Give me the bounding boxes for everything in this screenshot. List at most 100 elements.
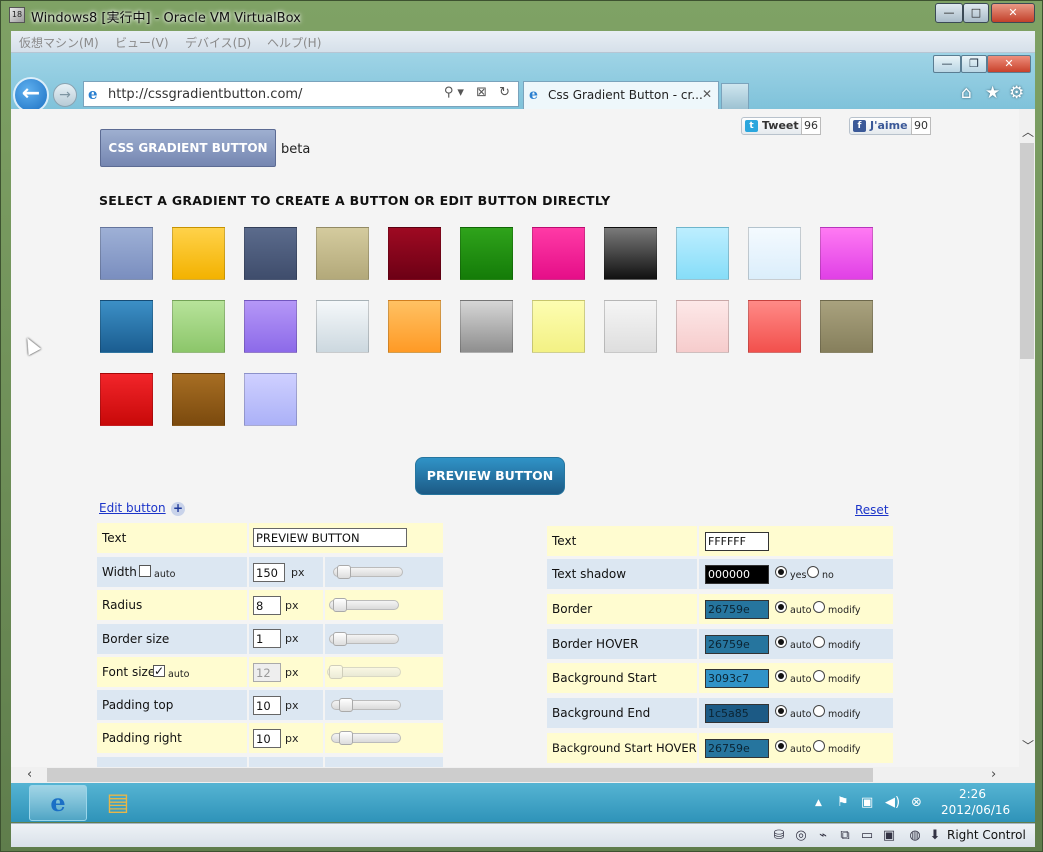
padding-top-input[interactable] xyxy=(253,696,281,715)
gradient-swatch[interactable] xyxy=(532,227,585,280)
width-slider[interactable] xyxy=(333,565,403,579)
address-bar[interactable]: e ⚲▾ ⊠ ↻ xyxy=(83,81,519,107)
taskbar-ie-icon[interactable]: e xyxy=(29,785,87,821)
taskbar-file-explorer-icon[interactable]: ▤ xyxy=(101,787,135,819)
color-hex-input[interactable]: 000000 xyxy=(705,565,769,584)
gradient-swatch[interactable] xyxy=(244,300,297,353)
forward-arrow-icon[interactable]: → xyxy=(53,83,77,107)
tools-gear-icon[interactable]: ⚙ xyxy=(1009,83,1024,103)
radio-modify[interactable] xyxy=(813,740,825,752)
gradient-swatch[interactable] xyxy=(244,373,297,426)
radius-slider[interactable] xyxy=(329,598,399,612)
reset-link[interactable]: Reset xyxy=(855,503,889,517)
keyboard-capture-icon[interactable]: ⬇ xyxy=(927,828,943,844)
gradient-swatch[interactable] xyxy=(100,373,153,426)
gradient-swatch[interactable] xyxy=(676,300,729,353)
tray-expand-icon[interactable]: ▲ xyxy=(815,798,822,808)
padding-right-input[interactable] xyxy=(253,729,281,748)
gradient-swatch[interactable] xyxy=(100,227,153,280)
radio-auto[interactable] xyxy=(775,670,787,682)
ie-minimize-button[interactable]: — xyxy=(933,55,961,73)
color-hex-input[interactable]: 3093c7 xyxy=(705,669,769,688)
mouse-integration-icon[interactable]: ◍ xyxy=(907,828,923,844)
tweet-button[interactable]: t Tweet xyxy=(741,117,804,135)
vbox-close-button[interactable]: ✕ xyxy=(991,3,1035,23)
font-size-slider[interactable] xyxy=(327,665,401,679)
radio-modify[interactable] xyxy=(813,705,825,717)
gradient-swatch[interactable] xyxy=(172,373,225,426)
menu-devices[interactable]: デバイス(D) xyxy=(185,34,251,51)
ie-close-button[interactable]: ✕ xyxy=(987,55,1031,73)
slider-handle[interactable] xyxy=(339,698,353,712)
vertical-scrollbar[interactable]: ︿ ﹀ xyxy=(1019,109,1035,767)
border-size-input[interactable] xyxy=(253,629,281,648)
optical-drive-icon[interactable]: ◎ xyxy=(793,828,809,844)
horizontal-scrollbar[interactable]: ‹ › xyxy=(11,767,1035,783)
gradient-swatch[interactable] xyxy=(172,300,225,353)
gradient-swatch[interactable] xyxy=(388,227,441,280)
gradient-swatch[interactable] xyxy=(172,227,225,280)
ie-restore-button[interactable]: ❐ xyxy=(961,55,987,73)
gradient-swatch[interactable] xyxy=(532,300,585,353)
slider-handle[interactable] xyxy=(333,632,347,646)
gradient-swatch[interactable] xyxy=(100,300,153,353)
slider-handle[interactable] xyxy=(329,665,343,679)
scroll-right-icon[interactable]: › xyxy=(991,767,996,782)
scrollbar-thumb[interactable] xyxy=(1020,143,1034,359)
color-hex-input[interactable]: 1c5a85 xyxy=(705,704,769,723)
tab-css-gradient-button[interactable]: e Css Gradient Button - cr... ✕ xyxy=(523,81,719,109)
scroll-left-icon[interactable]: ‹ xyxy=(27,767,32,782)
home-icon[interactable]: ⌂ xyxy=(961,83,972,103)
new-tab-button[interactable] xyxy=(721,83,749,109)
gradient-swatch[interactable] xyxy=(388,300,441,353)
clock-date[interactable]: 2012/06/16 xyxy=(941,803,1010,817)
edit-button-link[interactable]: Edit button xyxy=(99,501,166,515)
shared-folder-icon[interactable]: ▭ xyxy=(859,828,875,844)
slider-handle[interactable] xyxy=(333,598,347,612)
slider-handle[interactable] xyxy=(339,731,353,745)
radio-auto[interactable] xyxy=(775,705,787,717)
color-hex-input[interactable]: 26759e xyxy=(705,739,769,758)
radio-auto[interactable] xyxy=(775,601,787,613)
menu-view[interactable]: ビュー(V) xyxy=(115,34,169,51)
font-size-auto-checkbox[interactable]: ✓ xyxy=(153,665,165,677)
menu-help[interactable]: ヘルプ(H) xyxy=(267,34,321,51)
radio-yes[interactable] xyxy=(775,566,787,578)
network-adapter-icon[interactable]: ⧉ xyxy=(837,828,853,844)
gradient-swatch[interactable] xyxy=(316,300,369,353)
scroll-down-icon[interactable]: ﹀ xyxy=(1022,737,1034,754)
gradient-swatch[interactable] xyxy=(460,300,513,353)
scroll-up-icon[interactable]: ︿ xyxy=(1022,123,1034,140)
gradient-swatch[interactable] xyxy=(748,300,801,353)
gradient-swatch[interactable] xyxy=(604,300,657,353)
vbox-minimize-button[interactable]: — xyxy=(935,3,963,23)
expand-plus-icon[interactable]: + xyxy=(171,502,185,516)
url-input[interactable] xyxy=(108,85,438,103)
padding-top-slider[interactable] xyxy=(331,698,401,712)
gradient-swatch[interactable] xyxy=(820,300,873,353)
gradient-swatch[interactable] xyxy=(748,227,801,280)
network-icon[interactable]: ▣ xyxy=(861,795,873,810)
tab-close-icon[interactable]: ✕ xyxy=(702,87,712,101)
gradient-swatch[interactable] xyxy=(460,227,513,280)
scrollbar-thumb[interactable] xyxy=(47,768,873,782)
radio-modify[interactable] xyxy=(813,601,825,613)
slider-handle[interactable] xyxy=(337,565,351,579)
favorites-star-icon[interactable]: ★ xyxy=(985,83,1000,103)
radio-modify[interactable] xyxy=(813,636,825,648)
gradient-swatch[interactable] xyxy=(316,227,369,280)
action-center-flag-icon[interactable]: ⚑ xyxy=(837,795,849,810)
color-hex-input[interactable]: 26759e xyxy=(705,600,769,619)
volume-icon[interactable]: ◀) xyxy=(885,795,900,810)
width-input[interactable] xyxy=(253,563,285,582)
width-auto-checkbox[interactable] xyxy=(139,565,151,577)
back-arrow-icon[interactable]: ← xyxy=(13,77,49,113)
gradient-swatch[interactable] xyxy=(604,227,657,280)
clock-time[interactable]: 2:26 xyxy=(959,787,986,801)
radio-auto[interactable] xyxy=(775,740,787,752)
hard-disk-icon[interactable]: ⛁ xyxy=(771,828,787,844)
button-text-input[interactable] xyxy=(253,528,407,547)
color-hex-input[interactable]: FFFFFF xyxy=(705,532,769,551)
gradient-swatch[interactable] xyxy=(820,227,873,280)
vbox-maximize-button[interactable]: □ xyxy=(963,3,989,23)
